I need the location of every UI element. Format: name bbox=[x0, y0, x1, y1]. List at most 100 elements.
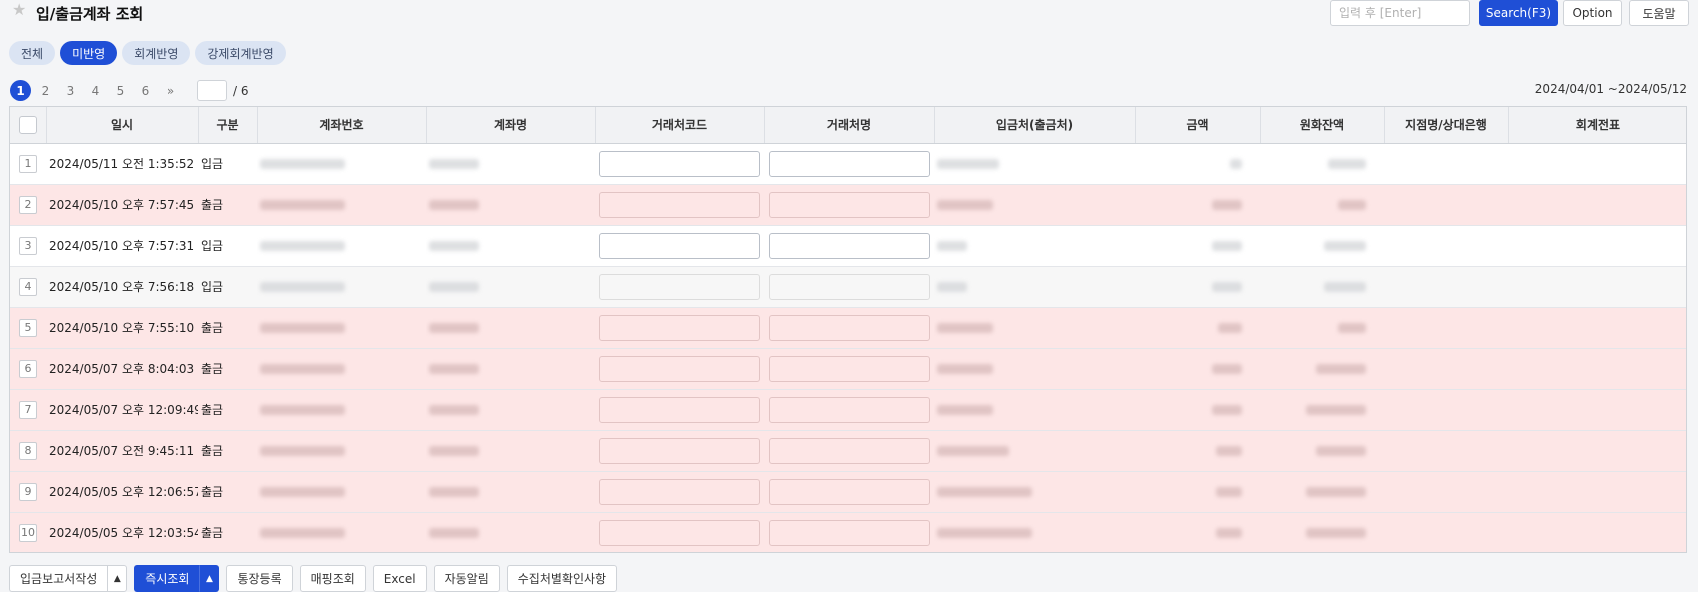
deposit-report-button[interactable]: 입금보고서작성 bbox=[9, 565, 108, 592]
client-name-input[interactable] bbox=[768, 273, 930, 300]
caret-up-icon[interactable]: ▲ bbox=[107, 565, 128, 592]
col-account-number[interactable]: 계좌번호 bbox=[257, 107, 427, 144]
tab-unreflected[interactable]: 미반영 bbox=[60, 41, 118, 65]
client-code-input[interactable] bbox=[599, 191, 760, 218]
client-name-cell[interactable] bbox=[764, 348, 934, 390]
instant-search-button[interactable]: 즉시조회 bbox=[134, 565, 200, 592]
tab-reflected[interactable]: 회계반영 bbox=[122, 41, 191, 65]
client-code-input[interactable] bbox=[599, 232, 760, 259]
register-account-button[interactable]: 통장등록 bbox=[226, 565, 293, 592]
client-code-cell[interactable] bbox=[595, 143, 764, 185]
client-name-input[interactable] bbox=[768, 150, 930, 177]
client-code-cell[interactable] bbox=[595, 430, 764, 472]
col-type[interactable]: 구분 bbox=[198, 107, 258, 144]
help-button[interactable]: 도움말 bbox=[1629, 0, 1689, 26]
auto-alert-button[interactable]: 자동알림 bbox=[433, 565, 500, 592]
balance-cell bbox=[1260, 266, 1384, 308]
client-name-cell[interactable] bbox=[764, 184, 934, 226]
client-name-input[interactable] bbox=[768, 191, 930, 218]
client-code-input[interactable] bbox=[599, 478, 760, 505]
page-1[interactable]: 1 bbox=[10, 80, 31, 101]
col-voucher[interactable]: 회계전표 bbox=[1508, 107, 1686, 144]
row-type: 입금 bbox=[198, 266, 257, 308]
voucher-cell bbox=[1508, 471, 1686, 513]
mapping-search-button[interactable]: 매핑조회 bbox=[299, 565, 366, 592]
page-2[interactable]: 2 bbox=[33, 84, 58, 98]
client-name-input[interactable] bbox=[768, 232, 930, 259]
col-branch[interactable]: 지점명/상대은행 bbox=[1384, 107, 1509, 144]
balance-cell bbox=[1260, 143, 1384, 185]
col-datetime[interactable]: 일시 bbox=[46, 107, 199, 144]
client-name-cell[interactable] bbox=[764, 430, 934, 472]
client-name-cell[interactable] bbox=[764, 512, 934, 552]
client-name-input[interactable] bbox=[768, 437, 930, 464]
col-client-code[interactable]: 거래처코드 bbox=[595, 107, 765, 144]
source-check-button[interactable]: 수집처별확인사항 bbox=[506, 565, 618, 592]
client-name-input[interactable] bbox=[768, 355, 930, 382]
client-code-input[interactable] bbox=[599, 150, 760, 177]
table-row[interactable]: 2 2024/05/10 오후 7:57:45 출금 bbox=[10, 184, 1686, 226]
col-krw-balance[interactable]: 원화잔액 bbox=[1260, 107, 1385, 144]
client-code-input[interactable] bbox=[599, 396, 760, 423]
client-name-cell[interactable] bbox=[764, 471, 934, 513]
client-code-cell[interactable] bbox=[595, 471, 764, 513]
table-row[interactable]: 10 2024/05/05 오후 12:03:54 출금 bbox=[10, 512, 1686, 552]
col-client-name[interactable]: 거래처명 bbox=[764, 107, 935, 144]
option-button[interactable]: Option bbox=[1563, 0, 1622, 26]
excel-button[interactable]: Excel bbox=[372, 565, 427, 592]
table-row[interactable]: 7 2024/05/07 오후 12:09:49 출금 bbox=[10, 389, 1686, 431]
client-name-cell[interactable] bbox=[764, 307, 934, 349]
table-row[interactable]: 5 2024/05/10 오후 7:55:10 출금 bbox=[10, 307, 1686, 349]
counterparty-cell bbox=[934, 348, 1135, 390]
client-code-cell[interactable] bbox=[595, 512, 764, 552]
account-name-cell bbox=[426, 307, 595, 349]
search-button[interactable]: Search(F3) bbox=[1479, 0, 1558, 26]
client-code-cell[interactable] bbox=[595, 184, 764, 226]
table-row[interactable]: 9 2024/05/05 오후 12:06:57 출금 bbox=[10, 471, 1686, 513]
row-datetime: 2024/05/10 오후 7:55:10 bbox=[46, 307, 198, 349]
table-row[interactable]: 4 2024/05/10 오후 7:56:18 입금 bbox=[10, 266, 1686, 308]
client-name-input[interactable] bbox=[768, 396, 930, 423]
table-row[interactable]: 6 2024/05/07 오후 8:04:03 출금 bbox=[10, 348, 1686, 390]
col-counterparty[interactable]: 입금처(출금처) bbox=[934, 107, 1136, 144]
client-code-input[interactable] bbox=[599, 355, 760, 382]
client-name-input[interactable] bbox=[768, 314, 930, 341]
client-code-input[interactable] bbox=[599, 437, 760, 464]
client-code-cell[interactable] bbox=[595, 389, 764, 431]
client-code-input[interactable] bbox=[599, 273, 760, 300]
client-code-cell[interactable] bbox=[595, 307, 764, 349]
page-4[interactable]: 4 bbox=[83, 84, 108, 98]
page-3[interactable]: 3 bbox=[58, 84, 83, 98]
table-row[interactable]: 1 2024/05/11 오전 1:35:52 입금 bbox=[10, 143, 1686, 185]
table-row[interactable]: 3 2024/05/10 오후 7:57:31 입금 bbox=[10, 225, 1686, 267]
client-code-input[interactable] bbox=[599, 519, 760, 546]
client-name-cell[interactable] bbox=[764, 143, 934, 185]
client-name-cell[interactable] bbox=[764, 266, 934, 308]
caret-up-icon[interactable]: ▲ bbox=[199, 565, 220, 592]
header-select-all[interactable] bbox=[10, 107, 47, 144]
star-icon[interactable]: ★ bbox=[12, 0, 26, 19]
search-input[interactable] bbox=[1330, 0, 1470, 26]
client-name-input[interactable] bbox=[768, 478, 930, 505]
branch-cell bbox=[1384, 471, 1508, 513]
client-name-input[interactable] bbox=[768, 519, 930, 546]
client-code-cell[interactable] bbox=[595, 266, 764, 308]
amount-cell bbox=[1135, 430, 1260, 472]
select-all-checkbox[interactable] bbox=[18, 115, 37, 134]
client-code-input[interactable] bbox=[599, 314, 760, 341]
col-amount[interactable]: 금액 bbox=[1135, 107, 1261, 144]
branch-cell bbox=[1384, 512, 1508, 552]
client-name-cell[interactable] bbox=[764, 389, 934, 431]
client-name-cell[interactable] bbox=[764, 225, 934, 267]
tab-forced-reflected[interactable]: 강제회계반영 bbox=[195, 41, 286, 65]
table-row[interactable]: 8 2024/05/07 오전 9:45:11 출금 bbox=[10, 430, 1686, 472]
tab-all[interactable]: 전체 bbox=[9, 41, 56, 65]
amount-cell bbox=[1135, 471, 1260, 513]
client-code-cell[interactable] bbox=[595, 225, 764, 267]
page-6[interactable]: 6 bbox=[133, 84, 158, 98]
col-account-name[interactable]: 계좌명 bbox=[426, 107, 596, 144]
page-5[interactable]: 5 bbox=[108, 84, 133, 98]
client-code-cell[interactable] bbox=[595, 348, 764, 390]
next-page-icon[interactable]: » bbox=[158, 84, 183, 98]
page-jump-input[interactable] bbox=[197, 80, 227, 101]
